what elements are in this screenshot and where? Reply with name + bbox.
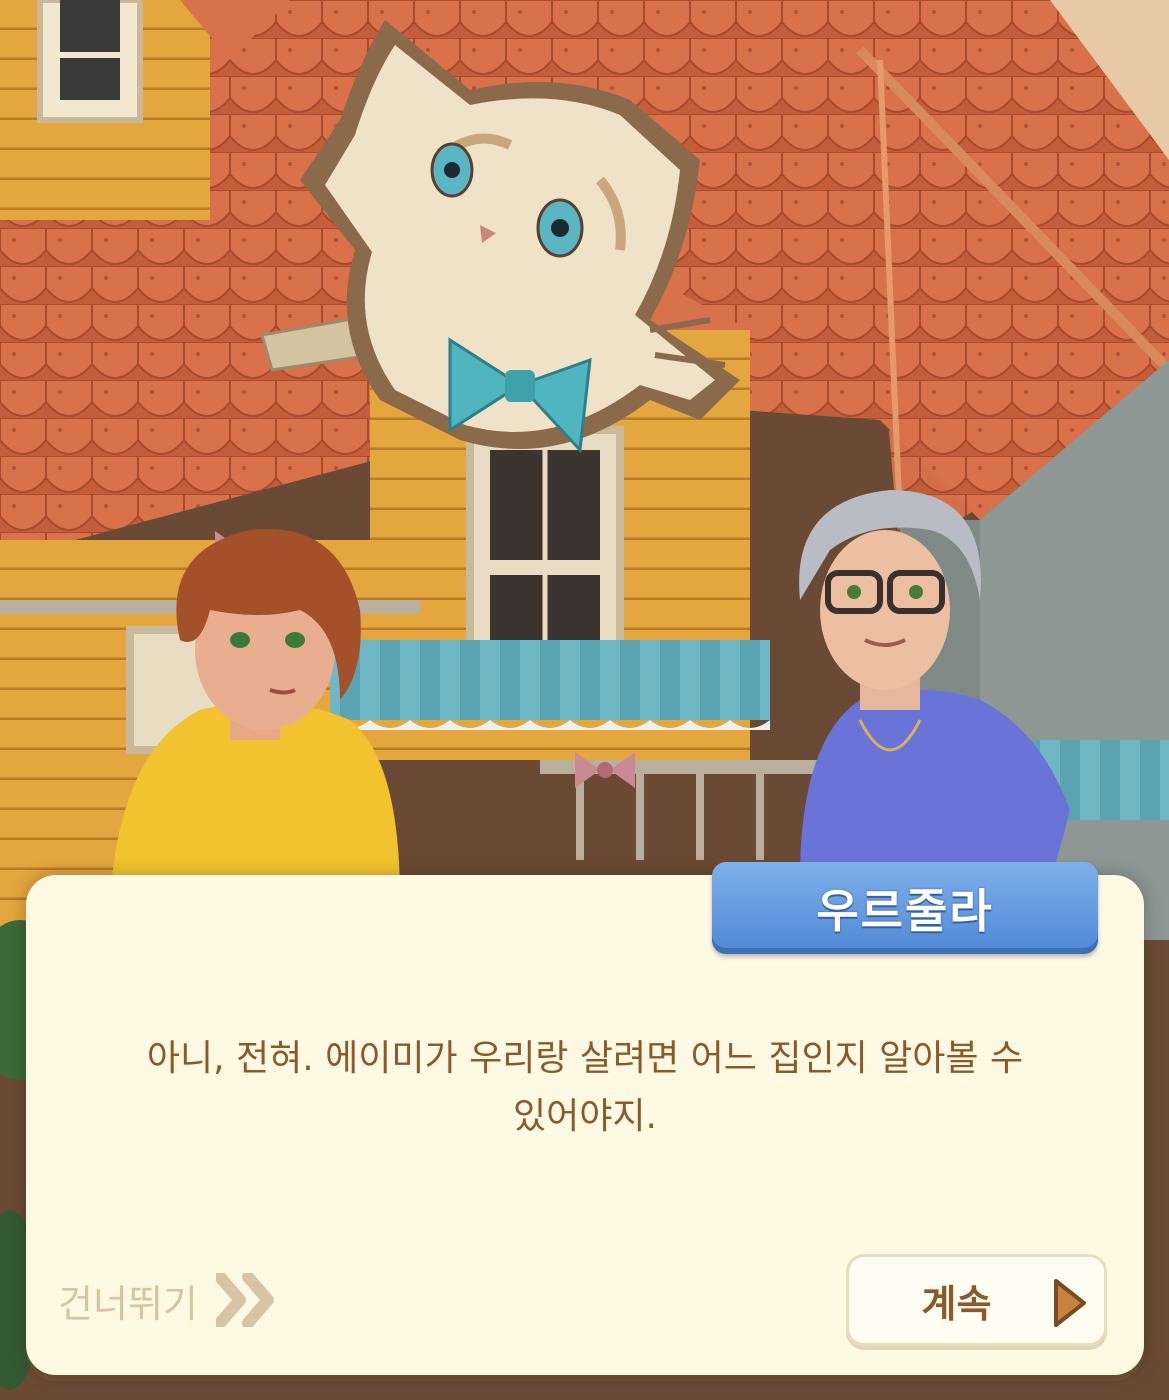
skip-label: 건너뛰기: [58, 1281, 198, 1326]
continue-label: 계속: [921, 1281, 992, 1326]
dialog-line-2: 있어야지.: [513, 1096, 657, 1137]
play-arrow-icon: [1054, 1279, 1086, 1327]
double-chevron-right-icon: [215, 1273, 274, 1327]
speaker-name-plate: 우르줄라: [712, 862, 1098, 954]
dialog-text: 아니, 전혀. 에이미가 우리랑 살려면 어느 집인지 알아볼 수 있어야지.: [80, 1030, 1090, 1146]
speaker-name: 우르줄라: [816, 884, 994, 938]
dialog-line-1: 아니, 전혀. 에이미가 우리랑 살려면 어느 집인지 알아볼 수: [146, 1038, 1024, 1079]
skip-button[interactable]: 건너뛰기: [58, 1268, 280, 1332]
continue-button[interactable]: 계속: [846, 1254, 1107, 1346]
